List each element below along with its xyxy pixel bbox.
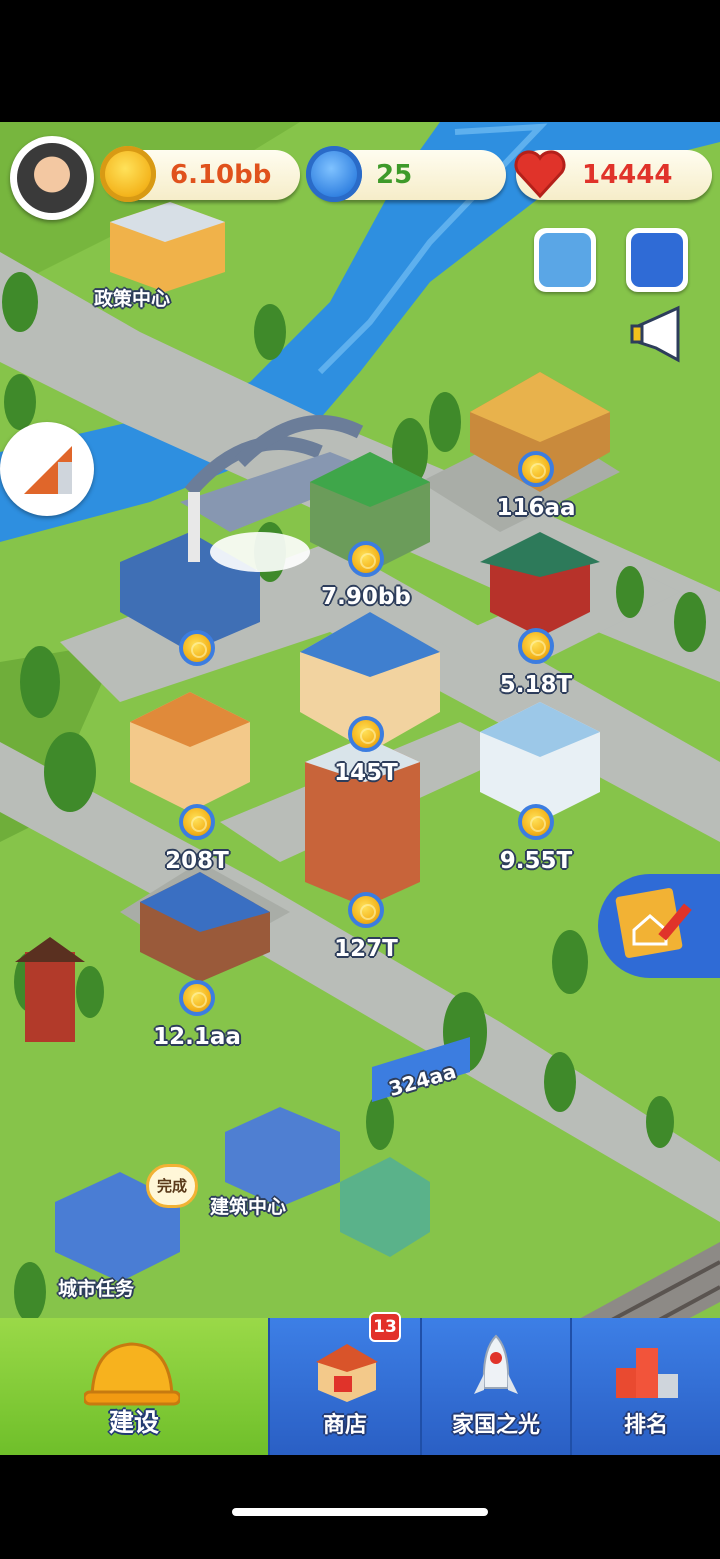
collect-coin[interactable] xyxy=(179,630,215,666)
city-tasks-label[interactable]: 城市任务 xyxy=(58,1274,134,1301)
home-indicator[interactable] xyxy=(232,1508,488,1516)
city-map[interactable] xyxy=(0,122,720,1455)
nav-shop-label: 商店 xyxy=(322,1413,367,1438)
nav-homeland[interactable]: 家国之光 xyxy=(420,1318,570,1455)
building-income: 145T xyxy=(334,760,398,786)
heart-value: 14444 xyxy=(582,160,673,190)
coin-value: 6.10bb xyxy=(170,160,272,190)
building-income: 208T xyxy=(165,848,229,874)
heart-counter[interactable]: 14444 xyxy=(514,150,712,200)
collect-coin[interactable] xyxy=(348,892,384,928)
hard-hat-icon xyxy=(84,1342,180,1406)
blue-star-icon xyxy=(306,146,362,202)
building-income: 127T xyxy=(334,936,398,962)
collect-coin[interactable] xyxy=(518,804,554,840)
collect-coin[interactable] xyxy=(348,716,384,752)
collect-coin[interactable] xyxy=(348,541,384,577)
coin-counter[interactable]: 6.10bb xyxy=(100,146,300,202)
blueprint-icon xyxy=(615,888,692,958)
triangle-ruler-button[interactable] xyxy=(0,422,94,516)
avatar-image xyxy=(17,143,87,213)
shop-badge: 13 xyxy=(369,1312,401,1342)
nav-build-label: 建设 xyxy=(108,1408,159,1437)
building-income: 9.55T xyxy=(499,848,573,874)
building-income: 12.1aa xyxy=(153,1024,241,1050)
game-screen: 6.10bb 25 14444 政策中心 建筑中心 城市任务 完成 324aa … xyxy=(0,122,720,1455)
megaphone-icon[interactable] xyxy=(626,304,690,364)
collect-coin[interactable] xyxy=(518,628,554,664)
building-center-label[interactable]: 建筑中心 xyxy=(210,1192,286,1219)
building-income: 7.90bb xyxy=(321,584,411,610)
shop-icon xyxy=(316,1344,378,1402)
collect-coin[interactable] xyxy=(179,980,215,1016)
red-heart-icon xyxy=(512,146,568,202)
building-income: 5.18T xyxy=(499,672,573,698)
blueprint-button[interactable] xyxy=(598,874,720,978)
collect-coin[interactable] xyxy=(518,451,554,487)
event-button[interactable] xyxy=(534,228,596,292)
nav-ranking[interactable]: 排名 xyxy=(570,1318,720,1455)
activity-button[interactable] xyxy=(626,228,688,292)
gold-coin-icon xyxy=(100,146,156,202)
building-income: 116aa xyxy=(496,495,576,521)
bottom-nav: 建设 商店 家国之光 排名 xyxy=(0,1318,720,1455)
nav-build[interactable]: 建设 xyxy=(0,1318,268,1455)
rocket-icon xyxy=(474,1334,518,1394)
triangle-ruler-icon xyxy=(24,446,72,494)
policy-center-label[interactable]: 政策中心 xyxy=(94,284,170,311)
collect-coin[interactable] xyxy=(179,804,215,840)
nav-homeland-label: 家国之光 xyxy=(451,1413,540,1438)
player-avatar[interactable] xyxy=(10,136,94,220)
star-value: 25 xyxy=(376,160,413,190)
complete-tag[interactable]: 完成 xyxy=(146,1164,198,1208)
ranking-podium-icon xyxy=(616,1348,678,1398)
star-counter[interactable]: 25 xyxy=(306,146,506,202)
nav-ranking-label: 排名 xyxy=(623,1413,668,1438)
